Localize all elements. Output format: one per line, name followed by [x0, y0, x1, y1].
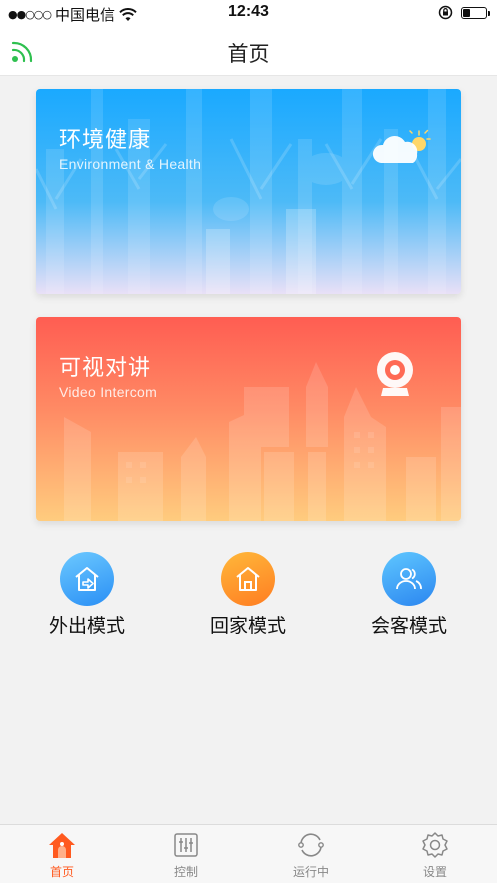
intercom-card-title: 可视对讲	[59, 356, 152, 381]
return-home-mode-label: 回家模式	[209, 615, 286, 637]
tab-control-label: 控制	[173, 865, 198, 879]
status-bar: ●●○○○ 中国电信 12:43	[0, 0, 497, 26]
home-tab-icon	[49, 833, 75, 858]
home-icon	[236, 567, 260, 591]
tab-settings-label: 设置	[422, 865, 447, 879]
nav-bar: 首页	[0, 26, 497, 76]
sliders-icon	[174, 833, 198, 857]
tab-bar: 首页 控制 运行中 设置	[0, 824, 497, 883]
intercom-card-subtitle: Video Intercom	[59, 384, 158, 400]
guest-mode-label: 会客模式	[370, 615, 447, 637]
tab-running[interactable]: 运行中	[266, 831, 356, 880]
tab-control[interactable]: 控制	[141, 831, 231, 880]
sync-icon	[298, 833, 324, 857]
leave-home-mode-button[interactable]: 外出模式	[27, 552, 147, 638]
tab-home[interactable]: 首页	[17, 831, 107, 880]
video-intercom-card[interactable]: 可视对讲 Video Intercom	[36, 317, 461, 521]
guests-icon	[396, 568, 422, 590]
tab-running-label: 运行中	[292, 865, 329, 879]
leave-home-mode-label: 外出模式	[48, 615, 125, 637]
tab-settings[interactable]: 设置	[390, 831, 480, 880]
clock: 12:43	[228, 3, 269, 20]
cloud-sun-icon	[372, 129, 431, 163]
environment-health-card[interactable]: 环境健康 Environment & Health	[36, 89, 461, 294]
guest-mode-button[interactable]: 会客模式	[349, 552, 469, 638]
orientation-lock-icon	[438, 5, 453, 20]
city-illustration	[64, 362, 461, 521]
environment-card-title: 环境健康	[59, 128, 152, 153]
tab-home-label: 首页	[49, 865, 74, 879]
webcam-icon	[377, 352, 413, 396]
forest-illustration	[36, 89, 461, 294]
gear-icon	[422, 832, 448, 858]
page-title: 首页	[227, 42, 270, 66]
return-home-mode-button[interactable]: 回家模式	[188, 552, 308, 638]
battery-icon	[461, 6, 490, 19]
leave-home-icon	[75, 567, 99, 591]
environment-card-subtitle: Environment & Health	[59, 156, 202, 172]
